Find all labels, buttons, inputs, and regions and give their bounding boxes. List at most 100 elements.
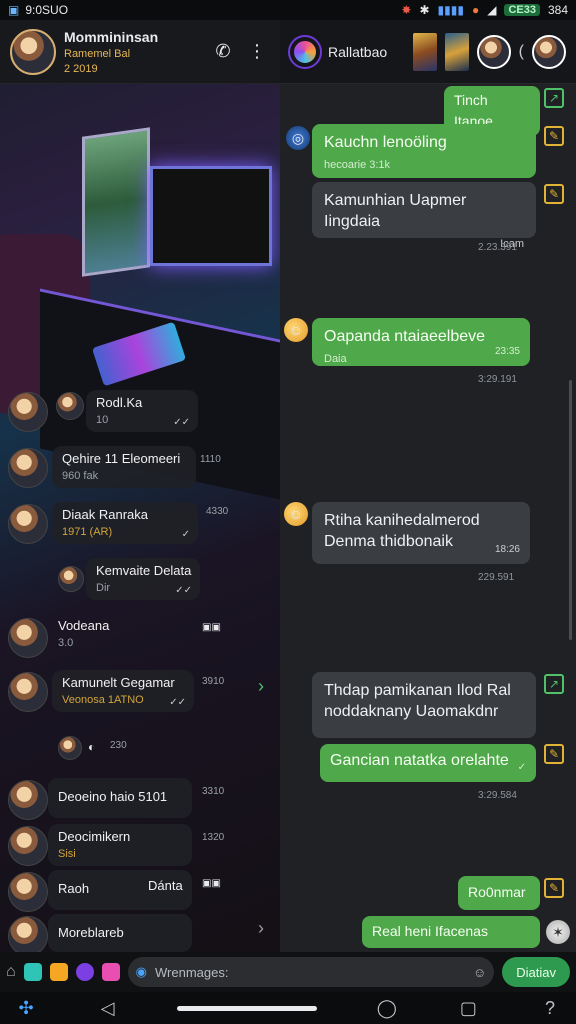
system-nav-bar: ✣ ◁ ◯ ▢ ? xyxy=(0,992,576,1024)
app-chip-icon[interactable] xyxy=(101,963,120,981)
media-thumbnail[interactable] xyxy=(444,32,469,71)
message-stamp: 18:26 xyxy=(494,544,520,555)
message-text: Rtiha kanihedalmerod Denma thidbonaik xyxy=(324,512,480,550)
member-avatar[interactable] xyxy=(476,34,511,69)
message-bubble[interactable]: Gancian natatka orelahte ✓ xyxy=(320,744,536,782)
chat-item[interactable]: Qehire 11 Eleomeeri 960 fak 1110 xyxy=(0,446,280,490)
read-tick-icon: ✓✓ xyxy=(173,417,190,428)
member-avatar[interactable] xyxy=(532,34,566,69)
media-icon: ▣▣ xyxy=(202,622,221,633)
status-badge: CE33 xyxy=(504,4,540,16)
sender-avatar: ☺ xyxy=(284,318,308,342)
message-text: Real heni Ifacenas xyxy=(372,923,488,939)
read-tick-icon: ✓✓ xyxy=(175,585,192,596)
message-bubble[interactable]: Thdap pamikanan Ilod Ral noddaknany Uaom… xyxy=(312,672,536,738)
chat-item[interactable]: ◐ 230 xyxy=(0,726,280,770)
message-time: 2.23.391 xyxy=(478,242,517,253)
chat-time: 230 xyxy=(110,740,127,751)
app-chip-icon[interactable] xyxy=(75,963,94,981)
chat-preview: 960 fak xyxy=(62,470,99,482)
chat-item[interactable]: Moreblareb › xyxy=(0,914,280,952)
send-button[interactable]: Diatiav xyxy=(502,957,570,987)
avatar xyxy=(8,916,48,952)
chat-preview: Veonosa 1ATNO xyxy=(62,694,144,706)
sticker-icon[interactable]: ✎ xyxy=(544,126,564,146)
chat-time: Dánta xyxy=(148,878,183,893)
chat-item[interactable]: Diaak Ranraka 1971 (AR) ✓ 4330 xyxy=(0,502,280,546)
chat-title: Deoeino haio 5101 xyxy=(58,789,168,804)
chat-item[interactable]: Deoeino haio 5101 3310 xyxy=(0,778,280,822)
avatar xyxy=(58,736,82,760)
recents-icon[interactable]: ▢ xyxy=(456,998,480,1019)
chat-item[interactable]: Raoh Dánta ▣▣ xyxy=(0,870,280,914)
home-circle-icon[interactable]: ◯ xyxy=(375,998,399,1019)
sticker-icon[interactable]: ↗ xyxy=(544,88,564,108)
group-logo-icon[interactable] xyxy=(288,34,322,69)
sticker-icon[interactable]: ✎ xyxy=(544,744,564,764)
scrollbar[interactable] xyxy=(569,380,572,640)
message-bubble[interactable]: Rtiha kanihedalmerod Denma thidbonaik 18… xyxy=(312,502,530,564)
chat-preview: 1971 (AR) xyxy=(62,526,113,538)
help-icon[interactable]: ? xyxy=(538,998,562,1019)
attach-icon[interactable]: ◉ xyxy=(136,964,147,980)
chevron-right-icon[interactable]: › xyxy=(258,676,264,697)
chat-title: Vodeana xyxy=(58,618,110,633)
apps-icon[interactable]: ✣ xyxy=(14,998,38,1019)
sender-avatar: ◎ xyxy=(286,126,310,150)
message-bubble[interactable]: Ro0nmar xyxy=(458,876,540,910)
back-icon[interactable]: ◁ xyxy=(96,998,120,1019)
message-bubble[interactable]: Kamunhian Uapmer Iingdaia Icam xyxy=(312,182,536,250)
emoji-icon[interactable]: ☺ xyxy=(473,965,486,980)
chat-preview: 3.0 xyxy=(58,637,74,649)
sticker-icon[interactable]: ✎ xyxy=(544,184,564,204)
status-bar: ▣ 9:0SUO ✸ ✱ ▮▮▮▮ ● ◢ CE33 384 xyxy=(0,0,576,20)
message-text: Thdap pamikanan Ilod Ral noddaknany Uaom… xyxy=(324,682,511,720)
sticker-icon[interactable]: ↗ xyxy=(544,674,564,694)
message-bubble[interactable]: Real heni Ifacenas xyxy=(362,916,540,948)
app-chip-icon[interactable] xyxy=(23,963,42,981)
composer-bar: ⌂ ◉ Wrenmages: ☺ Diatiav xyxy=(0,952,576,992)
divider: ( xyxy=(518,42,524,60)
chat-item[interactable]: Rodl.Ka 10 ✓✓ xyxy=(0,390,280,434)
avatar xyxy=(58,566,84,592)
chat-time: 3310 xyxy=(202,786,225,797)
more-icon[interactable]: ⋮ xyxy=(244,39,270,65)
call-icon[interactable]: ✆ xyxy=(210,39,236,65)
avatar xyxy=(8,618,48,658)
chat-item[interactable]: Deocimikern Sisi 1320 xyxy=(0,824,280,868)
sticker-icon[interactable]: ✎ xyxy=(544,878,564,898)
home-pill[interactable] xyxy=(177,1005,318,1011)
chat-time: 1110 xyxy=(200,454,221,465)
avatar xyxy=(56,392,84,420)
home-icon[interactable]: ⌂ xyxy=(6,963,16,981)
avatar xyxy=(8,780,48,820)
sender-avatar: ☺ xyxy=(284,502,308,526)
alert-icon: ● xyxy=(471,3,480,17)
message-text: Gancian natatka orelahte xyxy=(330,752,509,769)
chat-item[interactable]: Kemvaite Delata Dir ✓✓ xyxy=(0,558,280,602)
message-text: Kamunhian Uapmer Iingdaia xyxy=(324,192,467,230)
profile-stars: 2 2019 xyxy=(64,62,98,75)
conversation-title: Rallatbao xyxy=(328,43,388,60)
chat-item[interactable]: Vodeana 3.0 ▣▣ xyxy=(0,616,280,660)
chat-title: Kemvaite Delata xyxy=(96,563,192,578)
message-time: 3:29.584 xyxy=(478,790,517,801)
profile-name: Mommininsan xyxy=(64,28,159,45)
avatar xyxy=(8,504,48,544)
chat-item[interactable]: Kamunelt Gegamar Veonosa 1ATNO ✓✓ 3910 › xyxy=(0,670,280,714)
reaction-avatar: ✶ xyxy=(546,920,570,944)
left-header: Mommininsan Ramemel Bal 2 2019 ✆ ⋮ xyxy=(0,20,280,84)
avatar xyxy=(8,392,48,432)
notif-icon: ✸ xyxy=(401,3,412,17)
message-meta: Daia xyxy=(324,353,347,365)
profile-avatar[interactable] xyxy=(10,28,56,75)
app-chip-icon[interactable] xyxy=(49,963,68,981)
message-input[interactable]: ◉ Wrenmages: ☺ xyxy=(127,957,495,987)
message-bubble[interactable]: Oapanda ntaiaeelbeve Daia 23:35 xyxy=(312,318,530,366)
chat-time: 3910 xyxy=(202,676,225,687)
media-thumbnail[interactable] xyxy=(412,32,437,71)
conversation-panel: Rallatbao ( Tinch Itanoe ↗ ◎ Kauchn leno… xyxy=(280,20,576,952)
chevron-right-icon[interactable]: › xyxy=(258,918,264,939)
app-icon: ▣ xyxy=(8,3,20,17)
message-bubble[interactable]: Kauchn lenoöling hecoarie 3:1k xyxy=(312,124,536,178)
